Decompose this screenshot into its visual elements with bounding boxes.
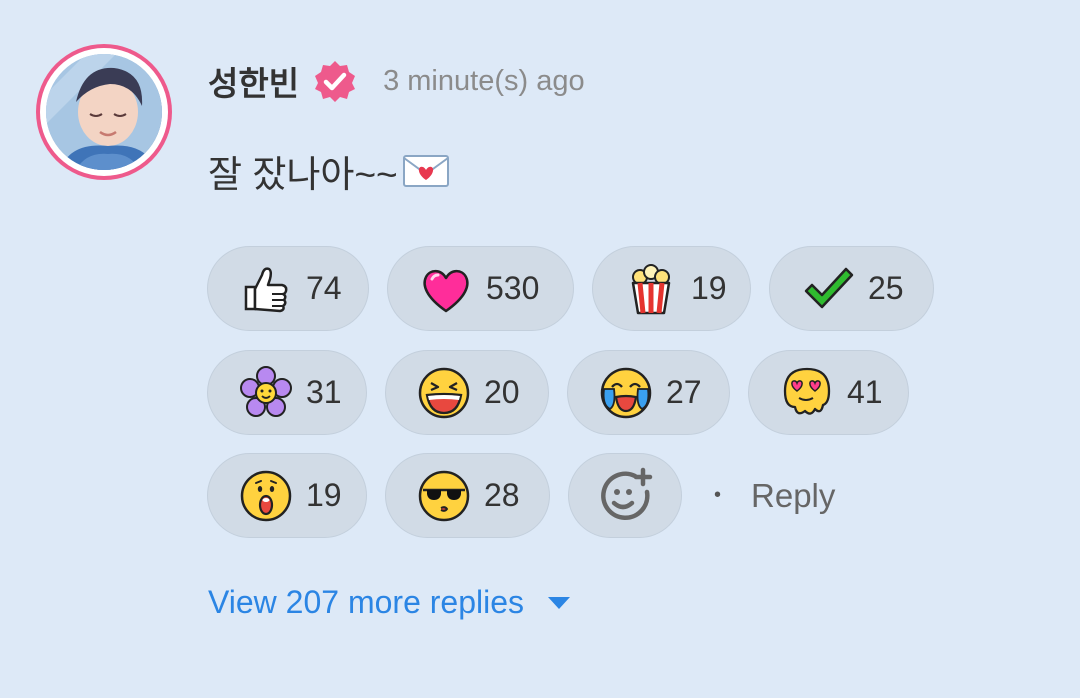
heart-eyes-melting-face-icon bbox=[783, 367, 831, 415]
avatar-border bbox=[40, 48, 168, 176]
crying-laughing-face-icon bbox=[600, 367, 652, 418]
caret-down-icon bbox=[548, 596, 571, 609]
verified-badge-icon bbox=[315, 61, 356, 102]
reaction-checkmark[interactable]: 25 bbox=[769, 246, 934, 331]
laughing-face-icon bbox=[418, 367, 470, 418]
reactions-row: 31 20 27 41 bbox=[207, 349, 909, 436]
reaction-count: 19 bbox=[306, 477, 342, 513]
heart-icon bbox=[423, 269, 469, 312]
add-reaction-button[interactable] bbox=[568, 453, 682, 538]
reaction-laughing[interactable]: 20 bbox=[385, 350, 549, 435]
timestamp: 3 minute(s) ago bbox=[383, 64, 585, 97]
reaction-count: 25 bbox=[868, 270, 904, 306]
reactions-row: 19 28 • Reply bbox=[207, 452, 835, 539]
reply-button[interactable]: Reply bbox=[751, 477, 835, 515]
comment-message: 잘 잤나아~~ bbox=[208, 144, 450, 198]
surprised-face-icon bbox=[240, 470, 292, 521]
reaction-flower[interactable]: 31 bbox=[207, 350, 367, 435]
avatar-image bbox=[46, 54, 162, 170]
reaction-count: 41 bbox=[847, 374, 883, 410]
reaction-count: 27 bbox=[666, 374, 702, 410]
reaction-crying-laughing[interactable]: 27 bbox=[567, 350, 730, 435]
comment-text: 잘 잤나아~~ bbox=[208, 154, 398, 195]
flower-icon bbox=[240, 365, 292, 417]
reaction-surprised[interactable]: 19 bbox=[207, 453, 367, 538]
reaction-heart[interactable]: 530 bbox=[387, 246, 574, 331]
envelope-heart-icon bbox=[402, 155, 449, 187]
reactions-row: 74 530 19 25 bbox=[207, 245, 934, 332]
popcorn-icon bbox=[631, 263, 671, 314]
reaction-count: 20 bbox=[484, 374, 520, 410]
add-reaction-icon bbox=[601, 467, 653, 520]
reaction-sunglasses[interactable]: 28 bbox=[385, 453, 550, 538]
reaction-count: 28 bbox=[484, 477, 520, 513]
reaction-popcorn[interactable]: 19 bbox=[592, 246, 751, 331]
reaction-heart-eyes-melting[interactable]: 41 bbox=[748, 350, 909, 435]
reaction-count: 530 bbox=[486, 270, 540, 306]
sunglasses-face-icon bbox=[418, 470, 470, 521]
reaction-thumbs-up[interactable]: 74 bbox=[207, 246, 369, 331]
author-name[interactable]: 성한빈 bbox=[208, 57, 299, 105]
avatar[interactable] bbox=[36, 44, 172, 180]
separator-dot: • bbox=[714, 484, 722, 506]
view-more-replies-label: View 207 more replies bbox=[208, 584, 525, 620]
reaction-count: 74 bbox=[306, 270, 342, 306]
comment-header: 성한빈 3 minute(s) ago bbox=[208, 58, 585, 104]
view-more-replies-link[interactable]: View 207 more replies bbox=[208, 584, 572, 621]
reaction-count: 31 bbox=[306, 374, 342, 410]
thumbs-up-icon bbox=[244, 266, 288, 312]
reaction-count: 19 bbox=[691, 270, 727, 306]
checkmark-icon bbox=[804, 267, 854, 308]
